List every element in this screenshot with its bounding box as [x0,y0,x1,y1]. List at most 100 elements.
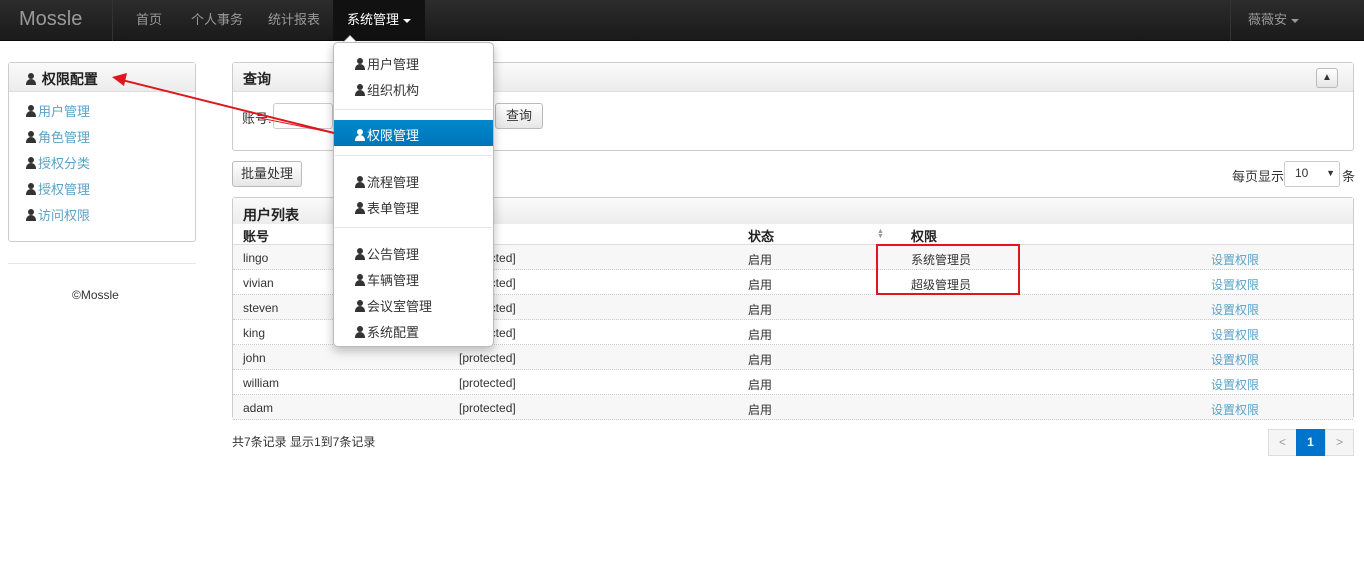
cell-account: adam [243,401,274,415]
header-status[interactable]: 状态 [748,226,774,245]
menu-item-system-config[interactable]: 系统配置 [334,317,493,343]
pager-page-1[interactable]: 1 [1296,429,1325,456]
menu-item-permission-management[interactable]: 权限管理 [334,120,493,146]
menu-divider [335,227,492,228]
user-icon [354,300,366,312]
cell-account: vivian [243,276,274,290]
annotation-highlight-box [876,244,1020,295]
chevron-down-icon [1291,18,1300,23]
sidebar-title: 权限配置 [41,71,98,87]
cell-account: john [243,351,266,365]
nav-system-management-label: 系统管理 [347,12,400,27]
nav-statistics[interactable]: 统计报表 [268,0,320,41]
sidebar-item-label: 授权管理 [38,182,91,197]
set-permission-link[interactable]: 设置权限 [1211,276,1259,293]
header-account[interactable]: 账号 [243,226,269,245]
user-icon [354,176,366,188]
user-icon [25,209,37,221]
user-name: 薇薇安 [1248,12,1288,27]
sidebar-list: 用户管理 角色管理 授权分类 授权管理 访问权限 [9,92,195,231]
menu-item-workflow-management[interactable]: 流程管理 [334,167,493,193]
header-role[interactable]: 权限 [911,226,937,245]
sidebar-item-role-management[interactable]: 角色管理 [25,127,195,153]
nav-personal-affairs[interactable]: 个人事务 [191,0,243,41]
set-permission-link[interactable]: 设置权限 [1211,351,1259,368]
top-navbar: Mossle 首页 个人事务 统计报表 系统管理 薇薇安 [0,0,1364,41]
sidebar-item-label: 授权分类 [38,156,91,171]
cell-password: [protected] [459,351,516,365]
cell-status: 启用 [748,403,773,417]
pager-next[interactable]: > [1325,429,1354,456]
brand-logo[interactable]: Mossle [19,8,82,31]
user-icon [25,131,37,143]
cell-status: 启用 [748,303,773,317]
cell-status: 启用 [748,278,773,292]
sidebar-item-auth-management[interactable]: 授权管理 [25,179,195,205]
per-page-select[interactable]: 10 ▼ [1284,161,1340,187]
set-permission-link[interactable]: 设置权限 [1211,326,1259,343]
menu-item-meeting-room-management[interactable]: 会议室管理 [334,291,493,317]
menu-item-vehicle-management[interactable]: 车辆管理 [334,265,493,291]
cell-account: william [243,376,279,390]
sidebar-divider [8,263,196,264]
pager-prev[interactable]: < [1268,429,1297,456]
menu-item-label: 表单管理 [367,201,420,216]
user-icon [25,105,37,117]
sort-icon[interactable]: ▲ ▼ [877,228,884,240]
menu-item-form-management[interactable]: 表单管理 [334,193,493,219]
user-icon [354,58,366,70]
sidebar-item-label: 用户管理 [38,104,91,119]
cell-password: [protected] [459,376,516,390]
query-title: 查询 [243,71,271,87]
chevron-down-icon [403,18,412,23]
nav-home[interactable]: 首页 [136,0,162,41]
account-label: 账号: [242,111,272,126]
set-permission-link[interactable]: 设置权限 [1211,251,1259,268]
cell-account: lingo [243,251,269,265]
table-row: william [protected] 启用 设置权限 [233,370,1353,395]
menu-item-label: 系统配置 [367,325,420,340]
cell-account: king [243,326,266,340]
per-page-unit: 条 [1342,169,1356,184]
account-input[interactable] [273,103,333,129]
user-icon [354,274,366,286]
menu-item-label: 流程管理 [367,175,420,190]
navbar-divider [112,0,113,41]
collapse-button[interactable]: ▲ [1316,68,1338,88]
user-icon [354,84,366,96]
menu-item-label: 车辆管理 [367,273,420,288]
menu-item-organization[interactable]: 组织机构 [334,75,493,101]
sidebar-item-label: 访问权限 [38,208,91,223]
dropdown-arrow-icon: ▼ [1326,168,1335,178]
sidebar-item-user-management[interactable]: 用户管理 [25,101,195,127]
menu-item-notice-management[interactable]: 公告管理 [334,239,493,265]
sidebar-item-auth-category[interactable]: 授权分类 [25,153,195,179]
cell-status: 启用 [748,353,773,367]
search-button[interactable]: 查询 [495,103,543,129]
user-icon [25,183,37,195]
user-menu[interactable]: 薇薇安 [1248,0,1300,41]
menu-divider [335,155,492,156]
copyright: ©Mossle [72,288,119,302]
set-permission-link[interactable]: 设置权限 [1211,301,1259,318]
user-icon [354,202,366,214]
per-page-label: 每页显示 [1232,169,1285,184]
set-permission-link[interactable]: 设置权限 [1211,401,1259,418]
menu-item-label: 会议室管理 [367,299,433,314]
table-row: adam [protected] 启用 设置权限 [233,395,1353,420]
sidebar-panel: 权限配置 用户管理 角色管理 授权分类 授权管理 访问权限 [8,62,196,242]
menu-item-user-management[interactable]: 用户管理 [334,49,493,75]
navbar-divider [1230,0,1231,41]
set-permission-link[interactable]: 设置权限 [1211,376,1259,393]
record-summary: 共7条记录 显示1到7条记录 [232,435,376,449]
user-icon [25,73,37,85]
cell-status: 启用 [748,253,773,267]
batch-process-button[interactable]: 批量处理 [232,161,302,187]
table-row: john [protected] 启用 设置权限 [233,345,1353,370]
sidebar-item-label: 角色管理 [38,130,91,145]
sidebar-item-access-permission[interactable]: 访问权限 [25,205,195,231]
cell-status: 启用 [748,328,773,342]
user-icon [354,326,366,338]
cell-password: [protected] [459,401,516,415]
menu-item-label: 用户管理 [367,57,420,72]
